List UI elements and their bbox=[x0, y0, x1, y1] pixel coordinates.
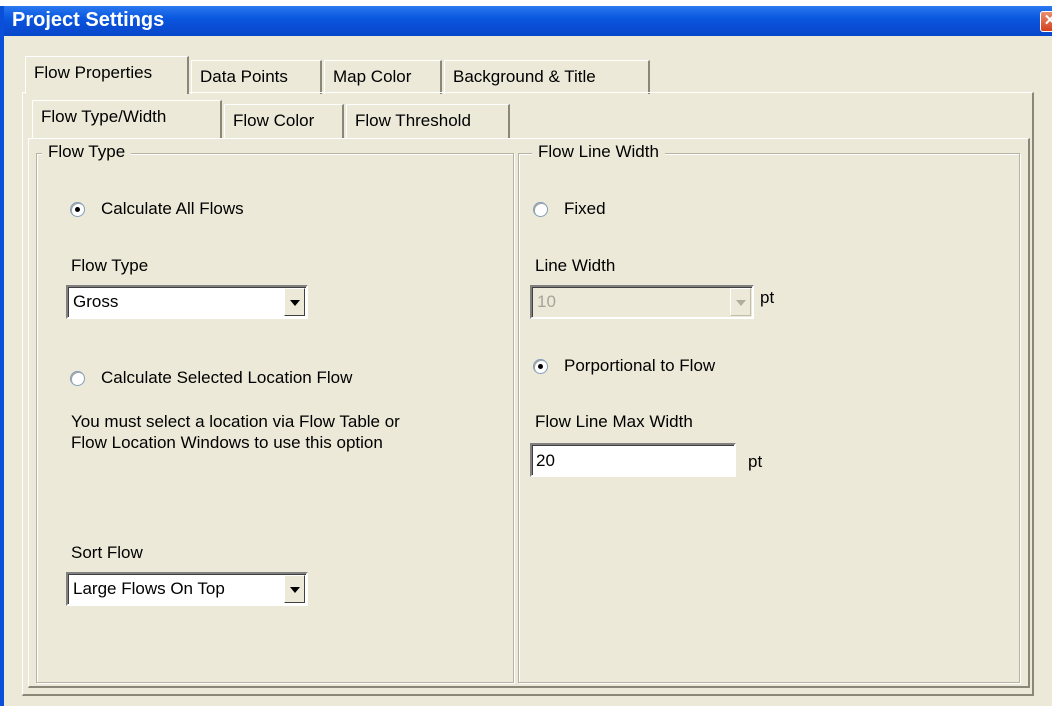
tab-data-points[interactable]: Data Points bbox=[191, 60, 322, 94]
tab-label: Flow Type/Width bbox=[41, 107, 167, 126]
title-bar[interactable]: Project Settings bbox=[4, 6, 1052, 36]
tab-map-color[interactable]: Map Color bbox=[324, 60, 442, 94]
project-settings-dialog: Project Settings ✕ Flow Properties Data … bbox=[0, 6, 1052, 706]
tab-label: Flow Color bbox=[233, 111, 315, 130]
max-width-unit: pt bbox=[748, 452, 763, 471]
line-width-select-value: 10 bbox=[537, 292, 556, 311]
flow-type-select[interactable]: Gross bbox=[66, 285, 308, 319]
window-title: Project Settings bbox=[12, 9, 165, 31]
proportional-to-flow-radio[interactable] bbox=[533, 359, 548, 374]
max-width-input-value: 20 bbox=[536, 451, 555, 470]
tab-background-title[interactable]: Background & Title bbox=[444, 60, 650, 94]
max-width-label: Flow Line Max Width bbox=[535, 412, 693, 431]
tab-flow-color[interactable]: Flow Color bbox=[224, 104, 344, 138]
proportional-to-flow-label[interactable]: Porportional to Flow bbox=[564, 356, 715, 376]
tab-label: Background & Title bbox=[453, 67, 596, 86]
line-width-unit: pt bbox=[760, 288, 775, 307]
selection-note: You must select a location via Flow Tabl… bbox=[71, 412, 400, 452]
calculate-selected-location-radio[interactable] bbox=[70, 371, 85, 386]
sort-flow-select[interactable]: Large Flows On Top bbox=[66, 572, 308, 606]
line-width-label: Line Width bbox=[535, 256, 616, 275]
flow-type-label: Flow Type bbox=[71, 256, 149, 275]
flow-type-group-legend: Flow Type bbox=[42, 142, 132, 162]
flow-type-select-value: Gross bbox=[73, 292, 119, 311]
tab-label: Flow Threshold bbox=[355, 111, 471, 130]
tab-flow-properties[interactable]: Flow Properties bbox=[25, 56, 189, 94]
fixed-width-radio[interactable] bbox=[533, 202, 548, 217]
max-width-input[interactable]: 20 bbox=[530, 443, 736, 477]
calculate-all-flows-radio[interactable] bbox=[70, 202, 85, 217]
fixed-width-label[interactable]: Fixed bbox=[564, 199, 606, 219]
tab-label: Map Color bbox=[333, 67, 412, 86]
line-width-select: 10 bbox=[530, 285, 754, 319]
chevron-down-icon[interactable] bbox=[284, 575, 305, 603]
flow-line-width-group-legend: Flow Line Width bbox=[532, 142, 665, 162]
calculate-selected-location-label[interactable]: Calculate Selected Location Flow bbox=[101, 368, 352, 388]
sort-flow-select-value: Large Flows On Top bbox=[73, 579, 225, 598]
chevron-down-icon bbox=[730, 288, 751, 316]
tab-label: Flow Properties bbox=[34, 63, 153, 82]
tab-flow-threshold[interactable]: Flow Threshold bbox=[346, 104, 510, 138]
sort-flow-label: Sort Flow bbox=[71, 543, 143, 562]
chevron-down-icon[interactable] bbox=[284, 288, 305, 316]
calculate-all-flows-label[interactable]: Calculate All Flows bbox=[101, 199, 244, 219]
tab-flow-type-width[interactable]: Flow Type/Width bbox=[32, 100, 222, 138]
close-button[interactable]: ✕ bbox=[1040, 11, 1052, 32]
tab-label: Data Points bbox=[200, 67, 288, 86]
